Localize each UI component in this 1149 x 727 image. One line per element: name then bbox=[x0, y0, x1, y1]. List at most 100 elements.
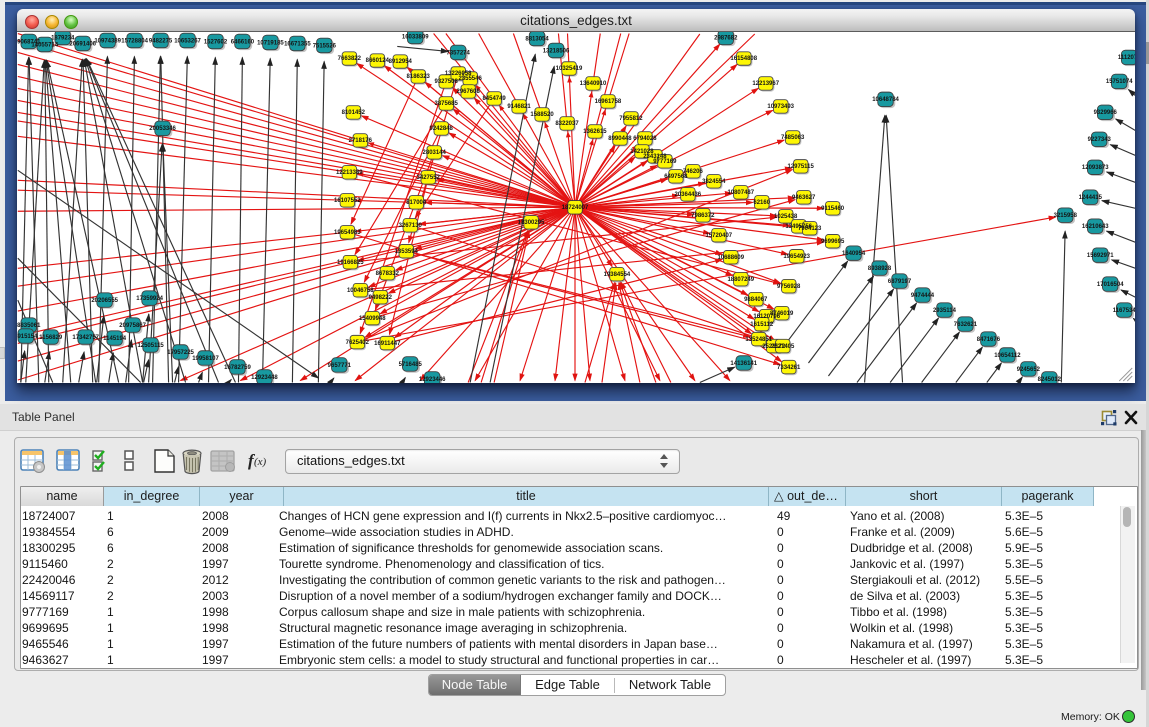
svg-text:1167534: 1167534 bbox=[1113, 308, 1135, 314]
svg-text:3875685: 3875685 bbox=[435, 101, 459, 107]
svg-text:3215958: 3215958 bbox=[1054, 213, 1078, 219]
svg-text:18300295: 18300295 bbox=[518, 220, 545, 226]
svg-text:17016504: 17016504 bbox=[1097, 282, 1124, 288]
svg-text:8678332: 8678332 bbox=[376, 271, 400, 277]
svg-text:5716485: 5716485 bbox=[399, 362, 423, 368]
svg-text:9498222: 9498222 bbox=[369, 295, 393, 301]
svg-text:17342757: 17342757 bbox=[72, 335, 99, 341]
svg-text:7515526: 7515526 bbox=[313, 43, 337, 49]
svg-text:3915154: 3915154 bbox=[17, 334, 38, 340]
svg-text:13524851: 13524851 bbox=[745, 337, 772, 343]
svg-text:12923448: 12923448 bbox=[251, 375, 278, 381]
svg-text:1615112: 1615112 bbox=[750, 322, 774, 328]
svg-text:9777169: 9777169 bbox=[653, 159, 677, 165]
svg-text:10973493: 10973493 bbox=[767, 104, 794, 110]
svg-text:10654112: 10654112 bbox=[994, 353, 1021, 359]
svg-text:1156829: 1156829 bbox=[39, 335, 63, 341]
svg-text:7485063: 7485063 bbox=[781, 135, 805, 141]
svg-text:9482275: 9482275 bbox=[149, 38, 173, 44]
svg-text:9227343: 9227343 bbox=[1088, 137, 1112, 143]
svg-text:9474444: 9474444 bbox=[911, 293, 935, 299]
svg-text:9146821: 9146821 bbox=[507, 104, 531, 110]
svg-text:12213967: 12213967 bbox=[752, 81, 779, 87]
svg-text:12093873: 12093873 bbox=[1082, 165, 1109, 171]
svg-text:18724007: 18724007 bbox=[562, 205, 589, 211]
svg-text:2521405: 2521405 bbox=[771, 344, 795, 350]
svg-text:10653267: 10653267 bbox=[174, 38, 201, 44]
svg-text:8746019: 8746019 bbox=[770, 311, 794, 317]
svg-text:1588520: 1588520 bbox=[530, 112, 554, 118]
svg-text:20691406: 20691406 bbox=[69, 41, 96, 47]
svg-text:8454749: 8454749 bbox=[482, 96, 506, 102]
svg-text:1112078: 1112078 bbox=[1118, 55, 1135, 61]
svg-text:14055714: 14055714 bbox=[31, 42, 58, 48]
svg-text:15751074: 15751074 bbox=[1106, 79, 1133, 85]
svg-text:1244415: 1244415 bbox=[1079, 195, 1103, 201]
svg-text:10807487: 10807487 bbox=[727, 190, 754, 196]
svg-text:8990448: 8990448 bbox=[608, 136, 632, 142]
svg-text:6794028: 6794028 bbox=[633, 136, 657, 142]
svg-text:20053346: 20053346 bbox=[149, 126, 176, 132]
svg-text:9699695: 9699695 bbox=[821, 239, 845, 245]
svg-text:16154808: 16154808 bbox=[730, 56, 757, 62]
svg-text:19654923: 19654923 bbox=[783, 254, 810, 260]
svg-text:3427552: 3427552 bbox=[417, 175, 441, 181]
svg-text:16911447: 16911447 bbox=[374, 341, 401, 347]
svg-text:1025438: 1025438 bbox=[774, 214, 798, 220]
svg-text:15692971: 15692971 bbox=[1087, 253, 1114, 259]
svg-text:9657771: 9657771 bbox=[328, 363, 352, 369]
svg-text:16107552: 16107552 bbox=[334, 198, 361, 204]
svg-text:10648784: 10648784 bbox=[872, 97, 899, 103]
svg-text:1362615: 1362615 bbox=[583, 129, 607, 135]
svg-text:2987682: 2987682 bbox=[714, 35, 738, 41]
svg-text:2355546: 2355546 bbox=[458, 76, 482, 82]
svg-text:8835061: 8835061 bbox=[17, 323, 41, 329]
svg-text:7986372: 7986372 bbox=[691, 213, 715, 219]
svg-text:16961758: 16961758 bbox=[595, 99, 622, 105]
svg-text:13640910: 13640910 bbox=[580, 81, 607, 87]
svg-text:1145194: 1145194 bbox=[103, 336, 127, 342]
svg-text:7625402: 7625402 bbox=[346, 340, 370, 346]
svg-text:8471676: 8471676 bbox=[977, 337, 1001, 343]
svg-text:16671355: 16671355 bbox=[284, 41, 311, 47]
svg-text:62160: 62160 bbox=[753, 200, 770, 206]
svg-text:3267130: 3267130 bbox=[399, 223, 423, 229]
svg-text:9115460: 9115460 bbox=[821, 206, 845, 212]
svg-text:17957225: 17957225 bbox=[167, 350, 194, 356]
svg-text:12975115: 12975115 bbox=[788, 164, 815, 170]
svg-text:7632621: 7632621 bbox=[954, 322, 978, 328]
svg-text:10974389: 10974389 bbox=[94, 38, 121, 44]
svg-text:9463627: 9463627 bbox=[792, 195, 816, 201]
svg-text:14136141: 14136141 bbox=[730, 361, 757, 367]
svg-text:6466160: 6466160 bbox=[231, 39, 255, 45]
svg-text:19166825: 19166825 bbox=[337, 260, 364, 266]
svg-text:12923446: 12923446 bbox=[419, 377, 446, 383]
svg-text:19384554: 19384554 bbox=[604, 272, 631, 278]
svg-text:9329966: 9329966 bbox=[1094, 110, 1118, 116]
svg-text:17359924: 17359924 bbox=[136, 296, 163, 302]
svg-text:18807249: 18807249 bbox=[727, 277, 754, 283]
svg-text:12505115: 12505115 bbox=[137, 343, 164, 349]
svg-text:13218506: 13218506 bbox=[543, 48, 570, 54]
svg-text:2935114: 2935114 bbox=[933, 308, 957, 314]
svg-text:2967608: 2967608 bbox=[456, 89, 480, 95]
svg-text:7955812: 7955812 bbox=[619, 116, 643, 122]
svg-text:2718176: 2718176 bbox=[349, 138, 373, 144]
svg-text:8245012: 8245012 bbox=[1038, 377, 1062, 383]
svg-text:16033809: 16033809 bbox=[402, 34, 429, 40]
svg-text:6879197: 6879197 bbox=[888, 279, 912, 285]
svg-text:20364436: 20364436 bbox=[675, 192, 702, 198]
svg-text:9242848: 9242848 bbox=[430, 126, 454, 132]
svg-text:9245652: 9245652 bbox=[1017, 367, 1041, 373]
svg-text:8322037: 8322037 bbox=[555, 121, 579, 127]
svg-text:2803144: 2803144 bbox=[423, 150, 447, 156]
svg-text:8938928: 8938928 bbox=[868, 266, 892, 272]
svg-text:15728804: 15728804 bbox=[121, 38, 148, 44]
svg-text:9756928: 9756928 bbox=[777, 284, 801, 290]
svg-text:12213389: 12213389 bbox=[336, 170, 363, 176]
svg-text:10688609: 10688609 bbox=[717, 255, 744, 261]
svg-text:10046758: 10046758 bbox=[347, 288, 374, 294]
svg-text:20206555: 20206555 bbox=[91, 298, 118, 304]
svg-text:7357274: 7357274 bbox=[447, 50, 471, 56]
svg-text:16782759: 16782759 bbox=[224, 365, 251, 371]
